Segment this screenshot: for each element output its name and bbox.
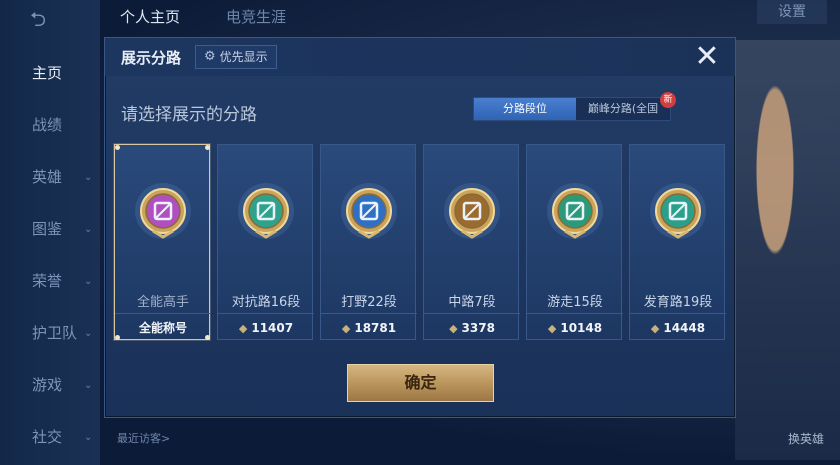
tab-profile[interactable]: 个人主页 <box>120 6 180 27</box>
segment-control: 分路段位 巅峰分路(全国 新 <box>473 92 676 121</box>
lane-card-title: 对抗路16段 <box>231 295 301 310</box>
rank-points-value: 14448 <box>663 321 706 335</box>
lane-card-footer: ◆ 3378 <box>424 313 520 341</box>
priority-label: 优先显示 <box>219 50 268 64</box>
back-icon[interactable]: ⮌ <box>30 8 70 30</box>
rank-points-icon: ◆ <box>547 322 557 335</box>
allround-emblem-icon <box>133 181 193 241</box>
rank-points-icon: ◆ <box>341 322 351 335</box>
lane-card-title: 全能高手 <box>136 295 189 310</box>
lane-card-title: 打野22段 <box>341 295 397 310</box>
lane-card-footer: ◆ 14448 <box>630 313 726 341</box>
selection-corner <box>115 145 120 150</box>
lane-card[interactable]: 中路7段 ◆ 3378 <box>423 144 520 341</box>
tab-esports[interactable]: 电竞生涯 <box>226 6 286 27</box>
rank-points-value: 18781 <box>354 321 397 335</box>
lane-card[interactable]: 对抗路16段 ◆ 11407 <box>217 144 314 341</box>
settings-button[interactable]: 设置 <box>757 0 827 24</box>
rank-points-icon: ◆ <box>650 322 660 335</box>
dialog-header: 展示分路 ⚙ 优先显示 ✕ <box>105 38 735 76</box>
rank-points-icon: ◆ <box>238 322 248 335</box>
sidebar: ⮌ 主页 战绩 英雄 ⌄ 图鉴 ⌄ 荣誉 ⌄ 护卫队 ⌄ 游戏 ⌄ 社交 ⌄ <box>0 0 100 465</box>
chevron-down-icon: ⌄ <box>84 432 93 443</box>
farm-lane-emblem-icon <box>648 181 708 241</box>
rank-points-value: 3378 <box>461 321 495 335</box>
jungle-emblem-icon <box>339 181 399 241</box>
chevron-down-icon: ⌄ <box>84 172 93 183</box>
new-badge: 新 <box>660 92 676 108</box>
top-tabs: 个人主页 电竞生涯 <box>100 0 840 32</box>
recent-visitors-link[interactable]: 最近访客> <box>117 430 170 446</box>
hero-portrait <box>735 40 840 460</box>
lane-card[interactable]: 发育路19段 ◆ 14448 <box>629 144 726 341</box>
tab-peak-lane[interactable]: 巅峰分路(全国 新 <box>576 92 676 120</box>
rank-points-value: 10148 <box>560 321 603 335</box>
rank-points-value: 11407 <box>251 321 294 335</box>
clash-lane-emblem-icon <box>236 181 296 241</box>
change-hero-button[interactable]: 换英雄 <box>788 430 824 447</box>
lane-card-footer: 全能称号 <box>115 313 211 341</box>
chevron-down-icon: ⌄ <box>84 380 93 391</box>
lane-card-title: 发育路19段 <box>643 295 713 310</box>
lane-card-title: 中路7段 <box>448 295 496 310</box>
close-icon[interactable]: ✕ <box>687 42 727 74</box>
rank-points-icon: ◆ <box>449 322 458 335</box>
lane-display-dialog: 展示分路 ⚙ 优先显示 ✕ 请选择展示的分路 分路段位 巅峰分路(全国 新 全能… <box>104 37 736 418</box>
lane-card[interactable]: 全能高手 全能称号 <box>114 144 211 341</box>
confirm-button[interactable]: 确定 <box>347 364 494 402</box>
sidebar-item[interactable]: 主页 <box>0 58 100 88</box>
lane-card-footer: ◆ 11407 <box>218 313 314 341</box>
lane-card[interactable]: 打野22段 ◆ 18781 <box>320 144 417 341</box>
dialog-title: 展示分路 <box>121 49 182 67</box>
priority-display-button[interactable]: ⚙ 优先显示 <box>195 45 277 69</box>
sidebar-item[interactable]: 战绩 <box>0 110 100 140</box>
roam-emblem-icon <box>545 181 605 241</box>
tab-lane-rank[interactable]: 分路段位 <box>474 98 576 120</box>
lane-card-title: 游走15段 <box>547 295 603 310</box>
gear-icon: ⚙ <box>204 49 216 64</box>
chevron-down-icon: ⌄ <box>84 276 93 287</box>
lane-card[interactable]: 游走15段 ◆ 10148 <box>526 144 623 341</box>
lane-card-footer: ◆ 10148 <box>527 313 623 341</box>
chevron-down-icon: ⌄ <box>84 328 93 339</box>
selection-corner <box>205 145 210 150</box>
chevron-down-icon: ⌄ <box>84 224 93 235</box>
mid-lane-emblem-icon <box>442 181 502 241</box>
dialog-prompt: 请选择展示的分路 <box>121 105 257 125</box>
lane-card-footer: ◆ 18781 <box>321 313 417 341</box>
tab-peak-lane-label: 巅峰分路(全国 <box>587 102 659 115</box>
